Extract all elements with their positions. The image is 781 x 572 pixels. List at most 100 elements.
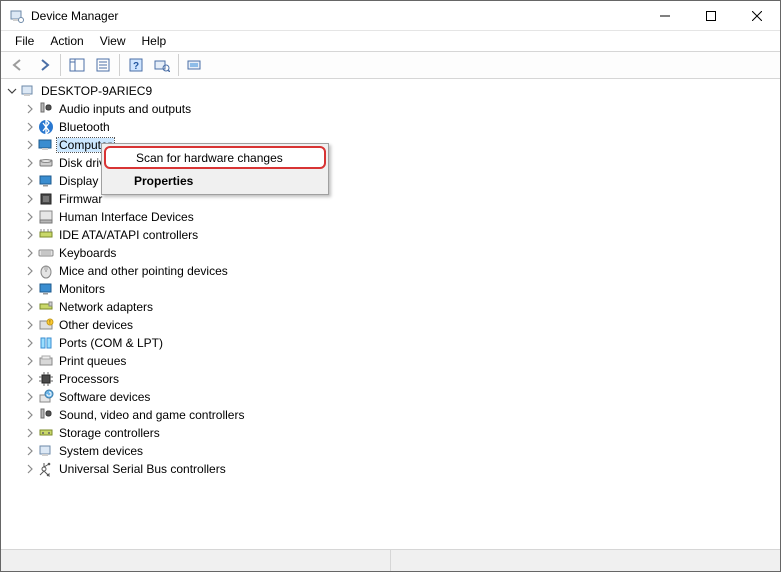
- tree-category[interactable]: Processors: [23, 370, 780, 388]
- tree-category-label: Processors: [57, 372, 121, 386]
- expand-icon[interactable]: [23, 228, 37, 242]
- tree-category-label: Sound, video and game controllers: [57, 408, 246, 422]
- ctx-item-label: Scan for hardware changes: [136, 151, 283, 165]
- tree-category-label: Monitors: [57, 282, 107, 296]
- expand-icon[interactable]: [23, 102, 37, 116]
- window-title: Device Manager: [31, 9, 642, 23]
- computer-root-icon: [20, 83, 36, 99]
- expand-icon[interactable]: [23, 318, 37, 332]
- tree-category-label: Disk driv: [57, 156, 107, 170]
- back-button[interactable]: [6, 53, 30, 77]
- tree-category[interactable]: Sound, video and game controllers: [23, 406, 780, 424]
- status-cell: [1, 550, 391, 571]
- toolbar: ?: [1, 51, 780, 79]
- expand-icon[interactable]: [23, 246, 37, 260]
- device-category-icon: [38, 155, 54, 171]
- tree-category[interactable]: Keyboards: [23, 244, 780, 262]
- expand-icon[interactable]: [23, 120, 37, 134]
- ctx-properties[interactable]: Properties: [104, 169, 326, 192]
- tree-category[interactable]: Storage controllers: [23, 424, 780, 442]
- svg-text:?: ?: [133, 61, 139, 72]
- expand-icon[interactable]: [23, 282, 37, 296]
- tree-category[interactable]: Print queues: [23, 352, 780, 370]
- device-category-icon: [38, 191, 54, 207]
- tree-category[interactable]: Universal Serial Bus controllers: [23, 460, 780, 478]
- device-category-icon: [38, 335, 54, 351]
- expand-icon[interactable]: [23, 264, 37, 278]
- tree-category-label: Human Interface Devices: [57, 210, 196, 224]
- toolbar-separator: [60, 54, 61, 76]
- tree-category[interactable]: Ports (COM & LPT): [23, 334, 780, 352]
- device-category-icon: [38, 389, 54, 405]
- tree-root[interactable]: DESKTOP-9ARIEC9: [5, 82, 780, 100]
- menu-view[interactable]: View: [92, 32, 134, 50]
- tree-category[interactable]: Mice and other pointing devices: [23, 262, 780, 280]
- maximize-button[interactable]: [688, 1, 734, 31]
- tree-category[interactable]: ! Other devices: [23, 316, 780, 334]
- menu-file[interactable]: File: [7, 32, 42, 50]
- properties-button[interactable]: [91, 53, 115, 77]
- device-category-icon: [38, 461, 54, 477]
- device-category-icon: [38, 137, 54, 153]
- device-category-icon: [38, 281, 54, 297]
- tree-category[interactable]: Network adapters: [23, 298, 780, 316]
- app-icon: [9, 8, 25, 24]
- device-category-icon: [38, 101, 54, 117]
- expand-icon[interactable]: [23, 426, 37, 440]
- device-category-icon: [38, 119, 54, 135]
- tree-category-label: Other devices: [57, 318, 135, 332]
- tree-category-label: Mice and other pointing devices: [57, 264, 230, 278]
- expand-icon[interactable]: [23, 444, 37, 458]
- device-category-icon: !: [38, 317, 54, 333]
- expand-icon[interactable]: [23, 210, 37, 224]
- device-tree[interactable]: DESKTOP-9ARIEC9 Audio inputs and outputs…: [1, 79, 780, 549]
- tree-category-label: Network adapters: [57, 300, 155, 314]
- tree-category[interactable]: Monitors: [23, 280, 780, 298]
- tree-category[interactable]: System devices: [23, 442, 780, 460]
- menu-action[interactable]: Action: [42, 32, 91, 50]
- device-category-icon: [38, 173, 54, 189]
- tree-category[interactable]: Bluetooth: [23, 118, 780, 136]
- menubar: File Action View Help: [1, 31, 780, 51]
- tree-category-label: Storage controllers: [57, 426, 162, 440]
- expand-icon[interactable]: [23, 174, 37, 188]
- toolbar-separator: [178, 54, 179, 76]
- expand-icon[interactable]: [23, 354, 37, 368]
- status-cell: [391, 550, 780, 571]
- expand-icon[interactable]: [23, 300, 37, 314]
- ctx-scan-hardware[interactable]: Scan for hardware changes: [104, 146, 326, 169]
- device-category-icon: [38, 245, 54, 261]
- expand-icon[interactable]: [23, 192, 37, 206]
- device-category-icon: [38, 263, 54, 279]
- show-hide-console-tree-button[interactable]: [65, 53, 89, 77]
- menu-help[interactable]: Help: [134, 32, 175, 50]
- tree-category[interactable]: Audio inputs and outputs: [23, 100, 780, 118]
- titlebar: Device Manager: [1, 1, 780, 31]
- tree-category[interactable]: IDE ATA/ATAPI controllers: [23, 226, 780, 244]
- tree-root-label: DESKTOP-9ARIEC9: [39, 84, 154, 98]
- expand-icon[interactable]: [23, 462, 37, 476]
- collapse-icon[interactable]: [5, 84, 19, 98]
- expand-icon[interactable]: [23, 390, 37, 404]
- expand-icon[interactable]: [23, 372, 37, 386]
- expand-icon[interactable]: [23, 336, 37, 350]
- expand-icon[interactable]: [23, 408, 37, 422]
- expand-icon[interactable]: [23, 138, 37, 152]
- forward-button[interactable]: [32, 53, 56, 77]
- scan-hardware-button[interactable]: [150, 53, 174, 77]
- device-category-icon: [38, 407, 54, 423]
- add-legacy-hardware-button[interactable]: [183, 53, 207, 77]
- close-button[interactable]: [734, 1, 780, 31]
- svg-text:!: !: [49, 320, 50, 326]
- tree-category[interactable]: Software devices: [23, 388, 780, 406]
- tree-category[interactable]: Human Interface Devices: [23, 208, 780, 226]
- toolbar-separator: [119, 54, 120, 76]
- device-category-icon: [38, 371, 54, 387]
- tree-category-label: Keyboards: [57, 246, 118, 260]
- tree-category-label: IDE ATA/ATAPI controllers: [57, 228, 200, 242]
- tree-category-label: Software devices: [57, 390, 152, 404]
- expand-icon[interactable]: [23, 156, 37, 170]
- device-category-icon: [38, 425, 54, 441]
- minimize-button[interactable]: [642, 1, 688, 31]
- help-button[interactable]: ?: [124, 53, 148, 77]
